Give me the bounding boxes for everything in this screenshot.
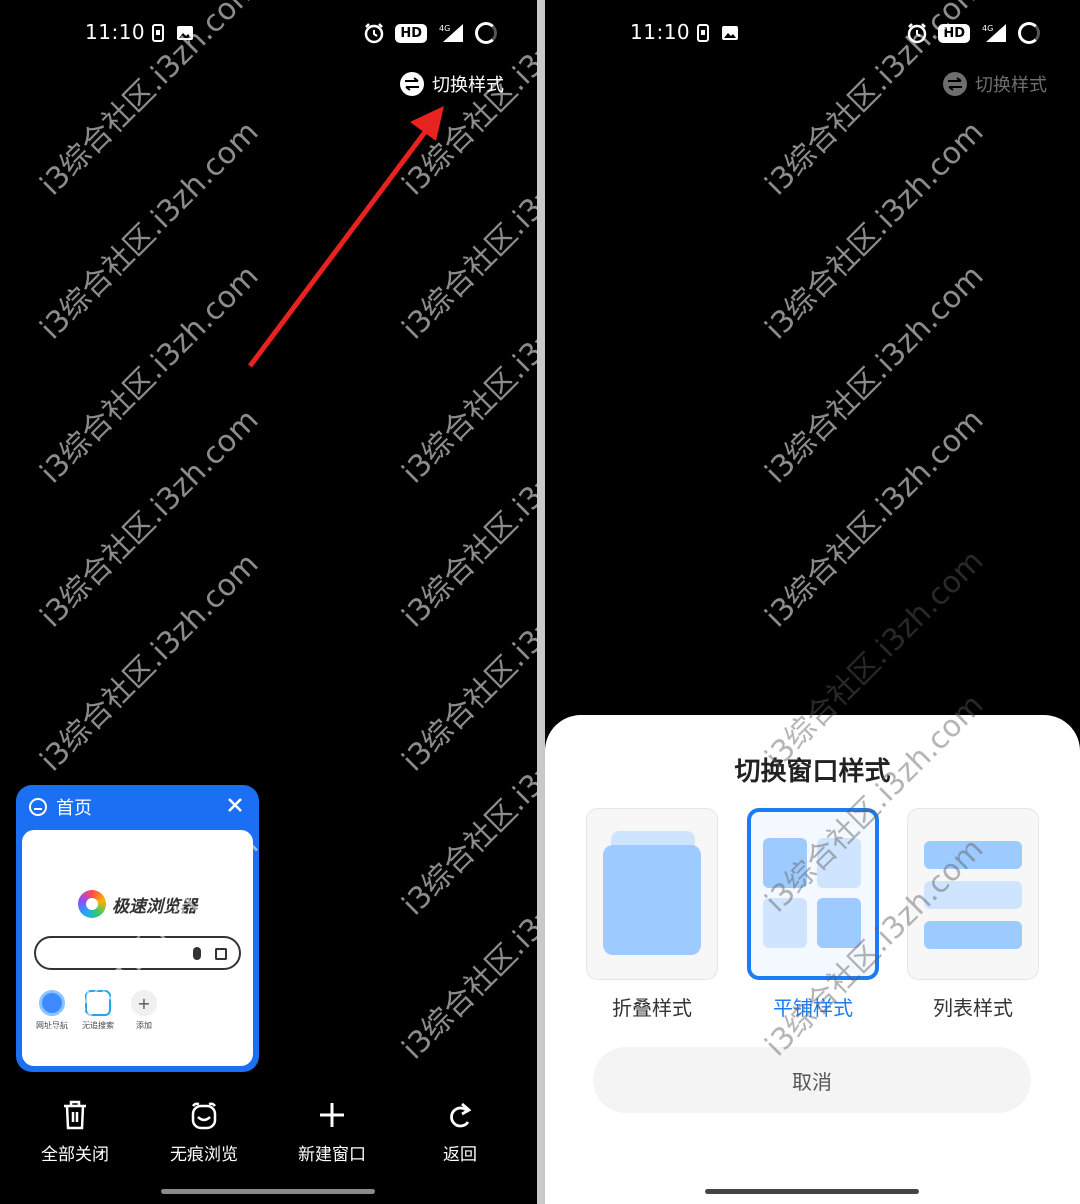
incognito-icon [191, 1102, 217, 1130]
tab-title: 首页 [56, 798, 92, 819]
incognito-button[interactable]: 无痕浏览 [154, 1100, 254, 1165]
close-all-label: 全部关闭 [41, 1145, 109, 1165]
home-icon [29, 798, 47, 816]
screen-divider [537, 0, 545, 1204]
tab-header: 首页 [28, 794, 92, 820]
switch-style-button[interactable]: 切换样式 [943, 71, 1047, 97]
option-stacked[interactable]: 折叠样式 [586, 808, 718, 1021]
window-style-sheet: 切换窗口样式 折叠样式 平铺样式 列表样式 取消 i3综合社区.i3zh.com… [545, 544, 1080, 1204]
battery-ring-icon [1018, 22, 1040, 44]
annotation-arrow [247, 106, 444, 368]
incognito-label: 无痕浏览 [170, 1145, 238, 1165]
scan-icon [215, 948, 227, 960]
plus-icon [320, 1103, 344, 1127]
back-button[interactable]: 返回 [410, 1100, 510, 1165]
bottom-toolbar: 全部关闭 无痕浏览 新建窗口 返回 [0, 1100, 537, 1170]
new-window-button[interactable]: 新建窗口 [282, 1100, 382, 1165]
network-type: 4G [982, 24, 993, 33]
home-indicator[interactable] [161, 1189, 375, 1194]
trash-icon [64, 1100, 86, 1130]
status-bar: 11:10 HD 4G [545, 18, 1080, 52]
switch-style-label: 切换样式 [975, 75, 1047, 96]
cancel-button[interactable]: 取消 [593, 1047, 1031, 1113]
new-window-label: 新建窗口 [298, 1145, 366, 1165]
plus-icon: + [131, 990, 157, 1016]
close-all-button[interactable]: 全部关闭 [25, 1100, 125, 1165]
stacked-preview-icon [586, 808, 718, 980]
left-screen: 11:10 HD 4G 切换样式 首页 极速浏览器 网址导航 无追搜索 + 添加… [0, 0, 537, 1204]
return-icon [450, 1102, 472, 1128]
mic-icon [193, 947, 201, 960]
sim-icon [697, 24, 709, 42]
home-indicator[interactable] [705, 1189, 919, 1194]
option-stacked-label: 折叠样式 [612, 996, 692, 1020]
shortcut-label: 添加 [136, 1021, 152, 1030]
back-label: 返回 [443, 1145, 477, 1165]
right-screen: 11:10 HD 4G 切换样式 i3综合社区.i3zh.com i3综合社区.… [545, 0, 1080, 1204]
swap-icon [943, 72, 967, 96]
browser-logo-icon [78, 890, 106, 918]
shortcut-add: + 添加 [128, 990, 160, 1031]
sheet-title: 切换窗口样式 [734, 757, 891, 787]
option-list-label: 列表样式 [933, 996, 1013, 1020]
gallery-icon [722, 26, 738, 40]
signal-icon: 4G [982, 24, 1006, 42]
close-icon[interactable] [225, 795, 245, 815]
status-time: 11:10 [630, 20, 691, 44]
